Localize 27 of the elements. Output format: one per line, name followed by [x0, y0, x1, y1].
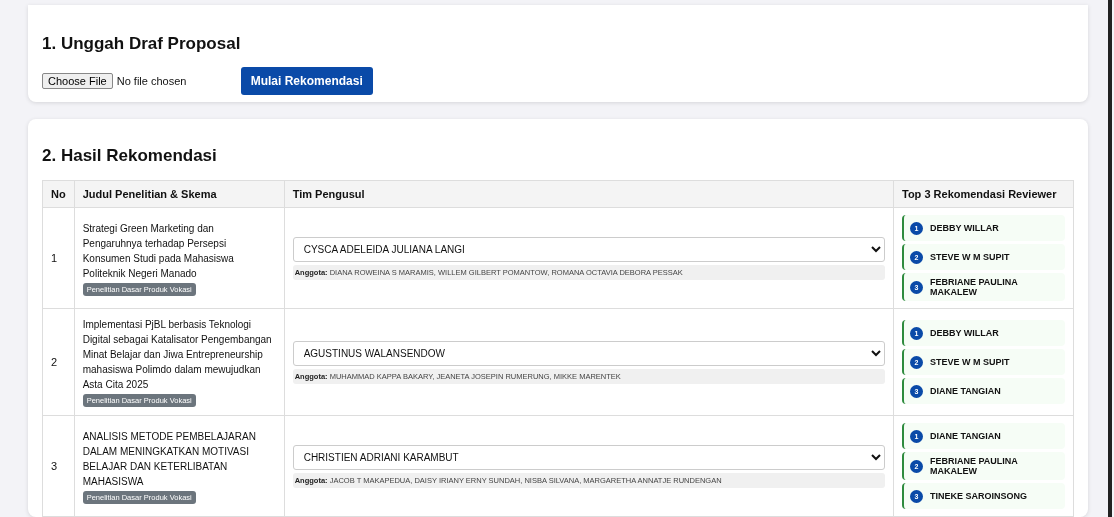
reviewer-name: DIANE TANGIAN	[930, 386, 1001, 396]
row-number: 1	[42, 207, 75, 309]
file-status: No file chosen	[116, 75, 188, 87]
section-title: 1. Unggah Draf Proposal	[42, 33, 242, 54]
row-number: 3	[42, 415, 75, 517]
leader-dropdown[interactable]: AGUSTINUS WALANSENDOW	[292, 340, 885, 366]
leader-dropdown[interactable]: CYSCA ADELEIDA JULIANA LANGI	[292, 236, 885, 262]
reviewer-name: STEVE W M SUPIT	[930, 252, 1010, 262]
row-number: 2	[42, 308, 75, 416]
reviewer-name: FEBRIANE PAULINA MAKALEW	[930, 456, 1019, 476]
reviewer-name: DEBBY WILLAR	[930, 328, 999, 338]
column-header: Top 3 Rekomendasi Reviewer	[893, 180, 1074, 208]
reviewer-name: STEVE W M SUPIT	[930, 357, 1010, 367]
research-title: Strategi Green Marketing dan Pengaruhnya terhadap Persepsi Konsumen Studi pada Mahasiswa Politeknik Negeri Manado	[82, 221, 235, 281]
reviewer-name: FEBRIANE PAULINA MAKALEW	[930, 277, 1019, 297]
start-recommendation-button[interactable]: Mulai Rekomendasi	[240, 67, 373, 95]
section-title: 2. Hasil Rekomendasi	[42, 145, 218, 166]
column-header: Judul Penelitian & Skema	[74, 180, 285, 208]
column-header: No	[42, 180, 75, 208]
reviewer-name: TINEKE SAROINSONG	[930, 491, 1027, 501]
reviewer-name: DEBBY WILLAR	[930, 223, 999, 233]
research-title: ANALISIS METODE PEMBELAJARAN DALAM MENINGKATKAN MOTIVASI BELAJAR DAN KETERLIBATAN MAHASISWA	[82, 429, 257, 489]
reviewer-name: DIANE TANGIAN	[930, 431, 1001, 441]
choose-file-button[interactable]: Choose File	[42, 73, 113, 89]
research-title: Implementasi PjBL berbasis Teknologi Digital sebagai Katalisator Pengembangan Minat Belajar dan Jiwa Entrepreneurship mahasiswa Polimdo dalam mewujudkan Asta Cita 2025	[82, 318, 273, 392]
leader-dropdown[interactable]: CHRISTIEN ADRIANI KARAMBUT	[292, 444, 885, 470]
column-header: Tim Pengusul	[284, 180, 894, 208]
